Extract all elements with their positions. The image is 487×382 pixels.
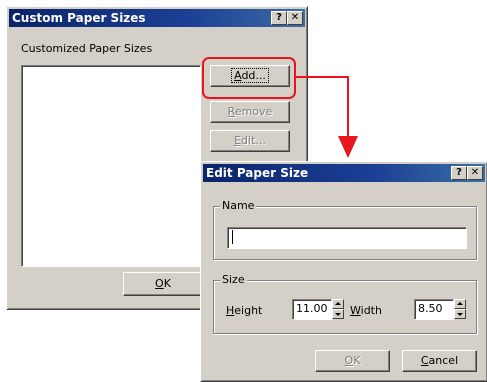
paper-size-list[interactable]: [21, 65, 201, 267]
name-group: Name: [213, 199, 477, 260]
title-bar: Custom Paper Sizes ? ✕: [9, 9, 305, 27]
title-bar: Edit Paper Size ? ✕: [203, 164, 485, 182]
name-input[interactable]: [227, 227, 467, 249]
list-label: Customized Paper Sizes: [21, 42, 153, 55]
height-spin-down[interactable]: [332, 309, 344, 319]
close-icon[interactable]: ✕: [467, 166, 483, 180]
ok-button[interactable]: OK: [315, 350, 390, 372]
cancel-button[interactable]: Cancel: [402, 350, 477, 372]
size-group-label: Size: [220, 273, 247, 286]
name-group-label: Name: [220, 199, 257, 212]
edit-paper-size-dialog: Edit Paper Size ? ✕ Name Size Height 11.…: [200, 161, 487, 382]
arrow-up-icon: [457, 302, 463, 305]
arrow-down-icon: [457, 313, 463, 316]
dialog-title: Custom Paper Sizes: [12, 11, 146, 25]
height-spin-up[interactable]: [332, 299, 344, 309]
width-label: Width: [350, 304, 382, 317]
help-icon[interactable]: ?: [271, 11, 287, 25]
close-icon[interactable]: ✕: [287, 11, 303, 25]
arrow-line-horizontal: [296, 76, 349, 78]
remove-button[interactable]: Remove: [210, 101, 290, 123]
size-group: Size Height 11.00 Width 8.50: [213, 273, 477, 334]
arrow-head: [338, 136, 358, 158]
arrow-line-vertical: [347, 76, 349, 138]
highlight-box: [202, 57, 296, 99]
height-label: Height: [226, 304, 263, 317]
width-input[interactable]: 8.50: [414, 299, 454, 320]
arrow-down-icon: [335, 313, 341, 316]
ok-button[interactable]: OK: [123, 272, 203, 296]
edit-button[interactable]: Edit...: [210, 130, 290, 152]
dialog-title: Edit Paper Size: [206, 166, 309, 180]
width-spin-down[interactable]: [454, 309, 466, 319]
width-spin-up[interactable]: [454, 299, 466, 309]
arrow-up-icon: [335, 302, 341, 305]
height-input[interactable]: 11.00: [292, 299, 332, 320]
help-icon[interactable]: ?: [451, 166, 467, 180]
